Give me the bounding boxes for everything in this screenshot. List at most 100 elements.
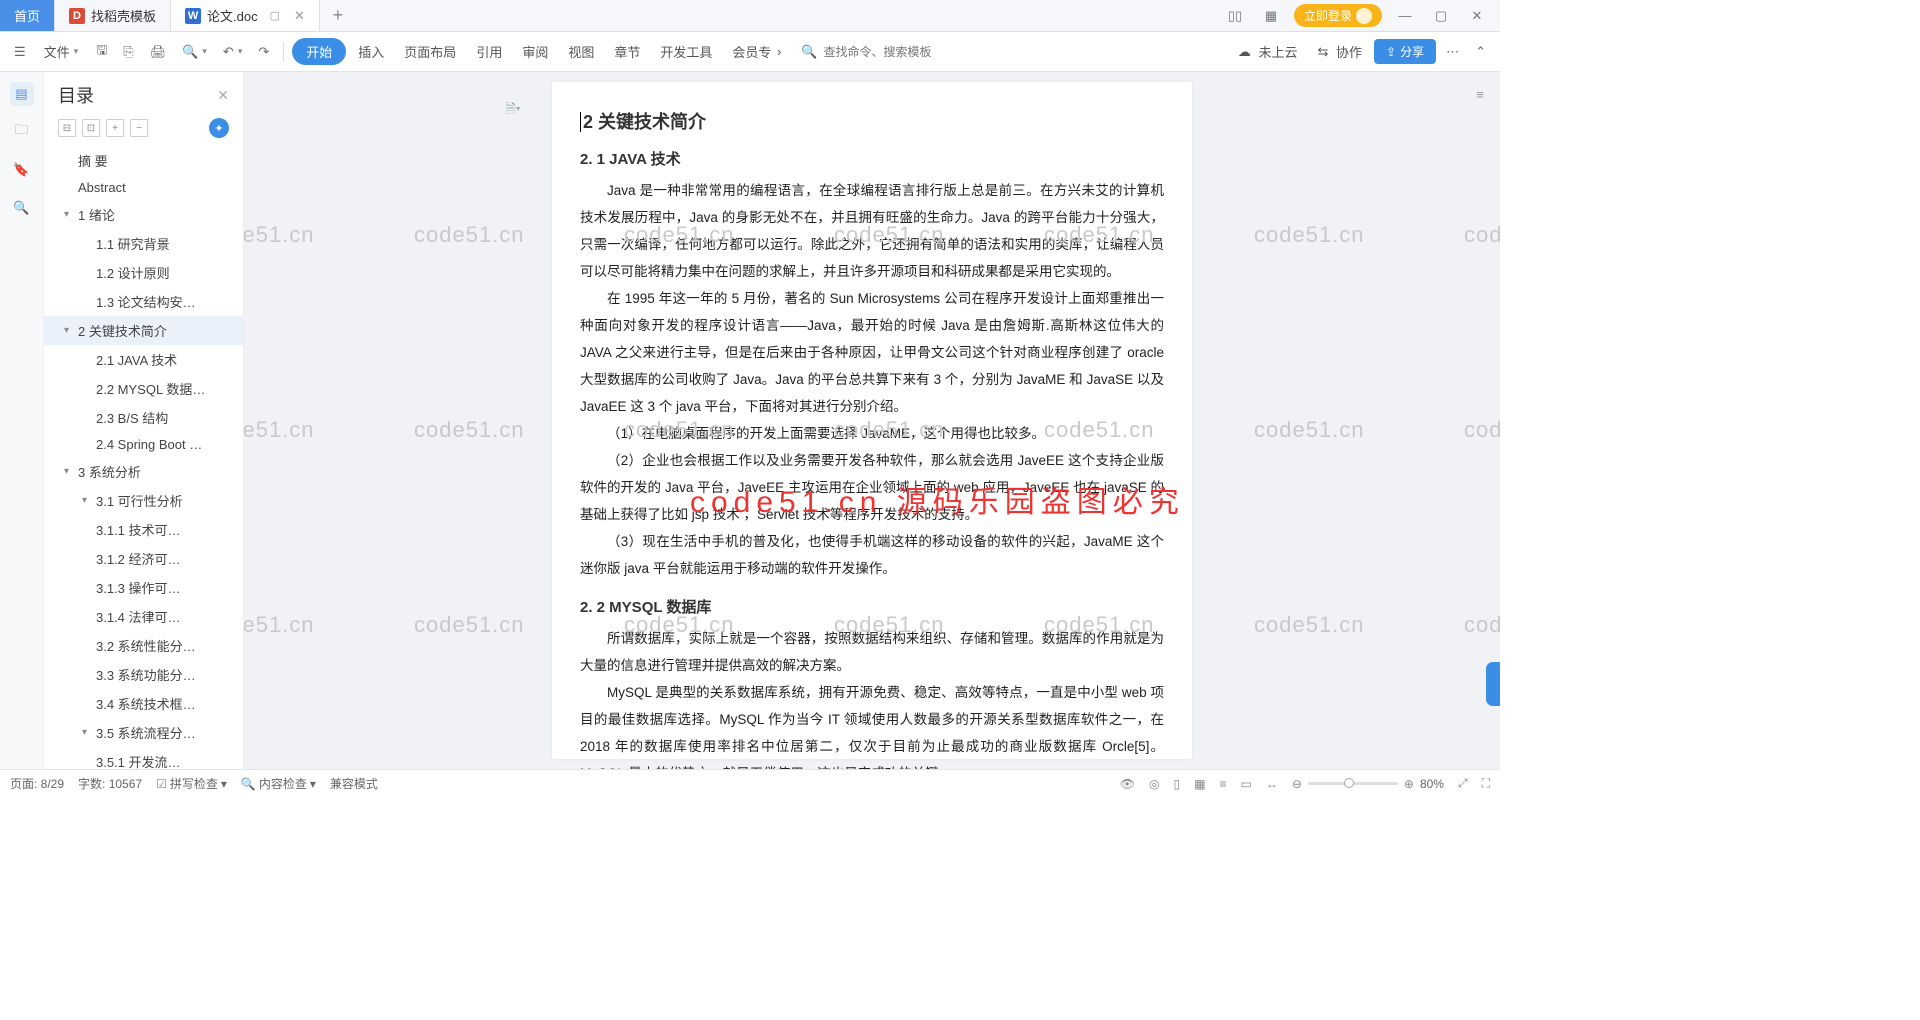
fullscreen-icon[interactable]: ⛶ — [1482, 776, 1490, 791]
undo-icon[interactable]: ↶▾ — [217, 39, 248, 65]
toc-item[interactable]: ▾3.1 可行性分析 — [44, 486, 243, 515]
zoom-control[interactable]: ⊖ ⊕ 80% — [1292, 777, 1444, 791]
search-icon: 🔍 — [801, 44, 817, 60]
ribbon-ref[interactable]: 引用 — [468, 37, 510, 66]
find-icon[interactable]: 🔍 — [10, 196, 34, 220]
toc-item[interactable]: 3.1.3 操作可… — [44, 573, 243, 602]
toc-item[interactable]: 2.3 B/S 结构 — [44, 403, 243, 432]
apps-icon[interactable]: ▦ — [1258, 4, 1284, 28]
panel-toggle-icon[interactable]: ≡ — [1468, 82, 1492, 106]
zoom-slider[interactable] — [1308, 782, 1398, 785]
toc-item[interactable]: 2.1 JAVA 技术 — [44, 345, 243, 374]
minimize-icon[interactable]: ― — [1392, 4, 1418, 28]
toc-item[interactable]: 1.1 研究背景 — [44, 229, 243, 258]
toc-item[interactable]: ▾1 绪论 — [44, 200, 243, 229]
toc-item[interactable]: 摘 要 — [44, 146, 243, 175]
zoom-out-icon[interactable]: ⊖ — [1292, 777, 1302, 791]
heading-2-java: 2. 1 JAVA 技术 — [580, 148, 1164, 169]
view-page-icon[interactable]: ▯ — [1174, 777, 1181, 791]
ribbon-chapter[interactable]: 章节 — [606, 37, 648, 66]
toc-item[interactable]: ▾3 系统分析 — [44, 457, 243, 486]
tab-document[interactable]: W 论文.doc ▢ ✕ — [171, 0, 320, 31]
close-toc-icon[interactable]: ✕ — [217, 87, 229, 104]
toc-item[interactable]: ▾3.5 系统流程分… — [44, 718, 243, 747]
maximize-icon[interactable]: ▢ — [1428, 4, 1454, 28]
ribbon-view[interactable]: 视图 — [560, 37, 602, 66]
toc-item[interactable]: 3.5.1 开发流… — [44, 747, 243, 769]
view-outline-icon[interactable]: ≡ — [1219, 777, 1226, 791]
redo-icon[interactable]: ↷ — [252, 39, 275, 65]
toc-item[interactable]: 3.1.4 法律可… — [44, 602, 243, 631]
window-mode-icon[interactable]: ▢ — [270, 9, 280, 22]
view-focus-icon[interactable]: ◎ — [1149, 777, 1159, 791]
view-web-icon[interactable]: ▦ — [1194, 777, 1205, 791]
toc-item[interactable]: 2.2 MYSQL 数据… — [44, 374, 243, 403]
outline-icon[interactable]: ▤ — [10, 82, 34, 106]
tab-templates[interactable]: D找稻壳模板 — [55, 0, 171, 31]
close-window-icon[interactable]: ✕ — [1464, 4, 1490, 28]
toc-item[interactable]: ▾2 关键技术简介 — [44, 316, 243, 345]
save-icon[interactable]: 🖫 — [90, 36, 113, 68]
tab-home[interactable]: 首页 — [0, 0, 55, 31]
ribbon-layout[interactable]: 页面布局 — [396, 37, 464, 66]
toc-item[interactable]: 3.1.1 技术可… — [44, 515, 243, 544]
toc-list: 摘 要Abstract▾1 绪论1.1 研究背景1.2 设计原则1.3 论文结构… — [44, 146, 243, 769]
compat-mode[interactable]: 兼容模式 — [330, 775, 378, 792]
collab-button[interactable]: ⇆ 协作 — [1309, 37, 1370, 66]
page-options-icon[interactable]: 🗎▾ — [502, 100, 524, 122]
command-search[interactable]: 🔍 — [793, 40, 951, 64]
watermark: code51.cn — [1464, 612, 1500, 638]
clipboard-icon[interactable]: 🗀 — [10, 120, 34, 144]
toc-item[interactable]: 3.3 系统功能分… — [44, 660, 243, 689]
ribbon-start[interactable]: 开始 — [292, 38, 346, 65]
level-up-icon[interactable]: + — [106, 119, 124, 137]
doc-side-tools: ≡ — [1468, 82, 1494, 110]
menu-icon[interactable]: ☰ — [8, 39, 32, 65]
watermark: code51.cn — [1254, 612, 1365, 638]
ribbon-review[interactable]: 审阅 — [514, 37, 556, 66]
share-button[interactable]: ⇪分享 — [1374, 39, 1436, 64]
zoom-value[interactable]: 80% — [1420, 777, 1444, 791]
toc-item[interactable]: 1.3 论文结构安… — [44, 287, 243, 316]
level-down-icon[interactable]: − — [130, 119, 148, 137]
word-count[interactable]: 字数: 10567 — [78, 775, 142, 792]
new-tab-button[interactable]: + — [320, 0, 356, 31]
document-viewport[interactable]: ≡ code51.cncode51.cncode51.cncode51.cnco… — [244, 72, 1500, 769]
watermark: code51.cn — [1464, 417, 1500, 443]
toc-item[interactable]: 2.4 Spring Boot … — [44, 432, 243, 457]
content-check-button[interactable]: 🔍内容检查▾ — [241, 775, 316, 792]
toc-item[interactable]: Abstract — [44, 175, 243, 200]
bookmark-icon[interactable]: 🔖 — [10, 158, 34, 182]
ribbon-insert[interactable]: 插入 — [350, 37, 392, 66]
collapse-ribbon-icon[interactable]: ⌃ — [1469, 39, 1492, 65]
toc-ai-icon[interactable]: ✦ — [209, 118, 229, 138]
side-reveal-handle[interactable] — [1486, 662, 1500, 706]
spellcheck-button[interactable]: ☑拼写检查▾ — [156, 775, 227, 792]
paragraph: （2）企业也会根据工作以及业务需要开发各种软件，那么就会选用 JaveEE 这个… — [580, 447, 1164, 528]
print-icon[interactable]: 🖨 — [144, 39, 173, 65]
login-button[interactable]: 立即登录 — [1294, 4, 1382, 27]
cloud-status[interactable]: ☁ 未上云 — [1230, 37, 1306, 66]
collapse-all-icon[interactable]: ⊟ — [58, 119, 76, 137]
file-menu[interactable]: 文件▾ — [36, 37, 87, 66]
ribbon-member[interactable]: 会员专 › — [724, 37, 789, 66]
toc-item[interactable]: 3.1.2 经济可… — [44, 544, 243, 573]
export-icon[interactable]: ⎘ — [117, 39, 139, 65]
expand-all-icon[interactable]: ⊡ — [82, 119, 100, 137]
zoom-in-icon[interactable]: ⊕ — [1404, 777, 1414, 791]
preview-icon[interactable]: 🔍▾ — [176, 39, 213, 65]
toc-item[interactable]: 3.2 系统性能分… — [44, 631, 243, 660]
fit-icon[interactable]: ⤢ — [1458, 776, 1468, 791]
search-input[interactable] — [824, 45, 944, 59]
close-tab-icon[interactable]: ✕ — [294, 8, 305, 24]
page-indicator[interactable]: 页面: 8/29 — [10, 775, 64, 792]
view-eye-icon[interactable]: 👁 — [1120, 777, 1135, 791]
toc-item[interactable]: 3.4 系统技术框… — [44, 689, 243, 718]
toc-tools: ⊟ ⊡ + − ✦ — [44, 114, 243, 146]
view-read-icon[interactable]: ▭ — [1240, 777, 1251, 791]
toc-item[interactable]: 1.2 设计原则 — [44, 258, 243, 287]
reading-layout-icon[interactable]: ▯▯ — [1222, 4, 1248, 28]
ruler-icon[interactable]: ↔ — [1266, 777, 1278, 791]
more-icon[interactable]: ⋯ — [1440, 39, 1465, 65]
ribbon-dev[interactable]: 开发工具 — [652, 37, 720, 66]
